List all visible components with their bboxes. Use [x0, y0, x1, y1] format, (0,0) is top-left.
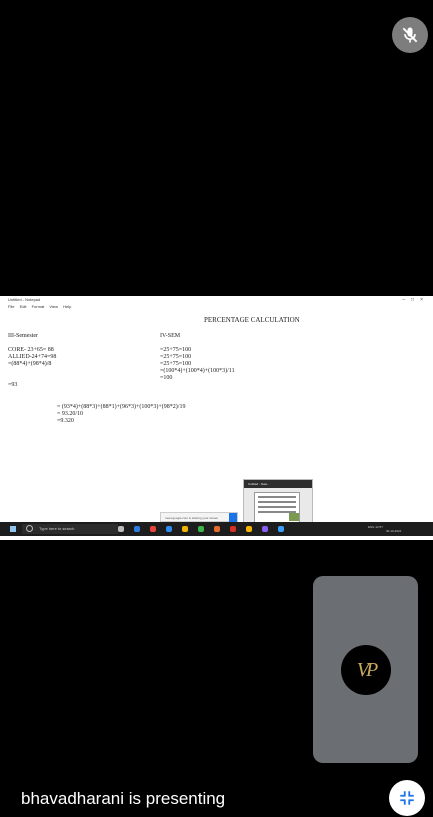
- preview-line: [258, 506, 296, 508]
- doc-line: IV-SEM: [160, 333, 181, 339]
- chrome-icon: [246, 526, 252, 532]
- preview-image: [289, 513, 299, 521]
- taskbar-search-placeholder: Type here to search: [39, 526, 75, 531]
- sharing-notification: meet.google.com is sharing your screen: [160, 512, 238, 523]
- taskbar-search: Type here to search: [22, 524, 118, 534]
- search-icon: [26, 525, 33, 533]
- mic-taskbar-icon: [118, 526, 124, 532]
- windows-start-icon: [10, 526, 16, 532]
- system-tray: ENG 12:57 30-10-2021: [368, 525, 401, 533]
- doc-line: =(100*4)+(100*4)+(100*3)/11: [160, 368, 235, 374]
- tray-date: 30-10-2021: [386, 529, 402, 533]
- preview-line: [258, 501, 296, 503]
- minimize-button: –: [402, 297, 412, 303]
- doc-line: =25+75=100: [160, 354, 192, 360]
- notepad-document: PERCENTAGE CALCULATION III-Semester IV-S…: [0, 312, 433, 522]
- app-icon: [262, 526, 268, 532]
- exit-fullscreen-button[interactable]: [389, 780, 425, 816]
- menu-file: File: [8, 304, 15, 309]
- notepad-icon: [278, 526, 284, 532]
- mic-off-icon: [392, 17, 428, 53]
- window-title: Untitled - Notepad: [8, 297, 41, 302]
- doc-line: = (93*4)+(88*3)+(88*1)+(96*3)+(100*3)+(9…: [57, 404, 186, 410]
- notepad-taskbar-preview: Untitled - Note..: [243, 479, 313, 527]
- close-button: ×: [420, 297, 429, 303]
- tray-time: 12:57: [375, 525, 383, 529]
- preview-line: [258, 496, 296, 498]
- maximize-button: □: [411, 297, 421, 303]
- presenter-banner: bhavadharani is presenting: [21, 789, 226, 808]
- avatar-initials: VP: [356, 658, 379, 681]
- doc-line: III-Semester: [8, 333, 38, 339]
- doc-line: =9.320: [57, 418, 74, 424]
- shared-screen: Untitled - Notepad –□× File Edit Format …: [0, 296, 433, 540]
- menu-view: View: [49, 304, 59, 309]
- doc-line: CORE- 23+65= 88: [8, 347, 54, 353]
- doc-line: ALLIED-24+74=98: [8, 354, 57, 360]
- preview-title: Untitled - Note..: [244, 480, 312, 488]
- doc-line: =25+75=100: [160, 361, 192, 367]
- document-heading: PERCENTAGE CALCULATION: [204, 316, 300, 324]
- doc-line: =(88*4)+(98*4)/8: [8, 361, 52, 367]
- store-icon: [182, 526, 188, 532]
- windows-taskbar: Type here to search ENG 12:57 30-10-2021: [0, 522, 433, 536]
- tray-language: ENG: [368, 525, 375, 529]
- app-icon: [230, 526, 236, 532]
- menu-help: Help: [63, 304, 72, 309]
- menu-edit: Edit: [19, 304, 27, 309]
- doc-line: =100: [160, 375, 173, 381]
- edge-icon: [150, 526, 156, 532]
- window-controls: –□×: [402, 296, 429, 304]
- doc-line: = 93.20/10: [57, 411, 84, 417]
- task-view-icon: [134, 526, 140, 532]
- doc-line: =93: [8, 382, 18, 388]
- exit-fullscreen-icon: [400, 791, 414, 805]
- notepad-menubar: File Edit Format View Help: [8, 304, 75, 309]
- mic-off-glyph: [402, 27, 418, 43]
- notepad-titlebar: Untitled - Notepad –□×: [0, 296, 433, 304]
- mail-icon: [214, 526, 220, 532]
- sharing-notification-text: meet.google.com is sharing your screen: [165, 516, 219, 520]
- avatar: VP: [341, 645, 391, 695]
- app-icon: [166, 526, 172, 532]
- menu-format: Format: [31, 304, 45, 309]
- preview-body: [254, 492, 300, 524]
- app-icon: [198, 526, 204, 532]
- doc-line: =25+75=100: [160, 347, 192, 353]
